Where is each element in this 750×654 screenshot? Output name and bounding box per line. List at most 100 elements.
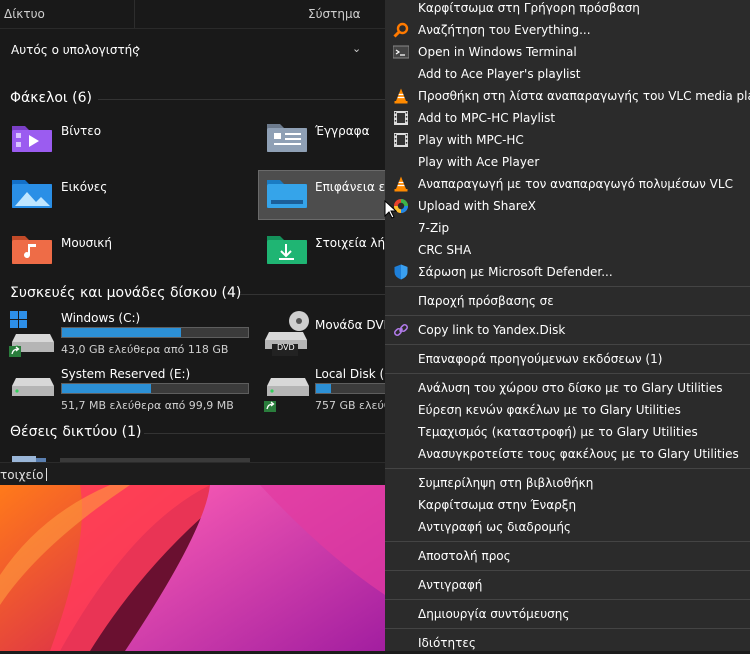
- vlc-cone-icon: [394, 176, 408, 192]
- menu-item-label: Αναζήτηση του Everything...: [418, 23, 591, 37]
- folder-label[interactable]: Εικόνες: [61, 180, 107, 194]
- section-divider: [240, 294, 385, 295]
- drive-label[interactable]: Windows (C:): [61, 311, 140, 325]
- downloads-folder-icon[interactable]: [265, 232, 309, 266]
- menu-item-search-everything[interactable]: Αναζήτηση του Everything...: [385, 19, 750, 41]
- vlc-cone-icon: [394, 88, 408, 104]
- desktop-folder-icon[interactable]: [265, 176, 309, 210]
- menu-item-label: Καρφίτσωμα στην Έναρξη: [418, 498, 577, 512]
- menu-separator: [385, 541, 750, 542]
- windows-drive-icon[interactable]: [8, 310, 58, 358]
- menu-item-include-library[interactable]: Συμπερίληψη στη βιβλιοθήκη: [385, 472, 750, 494]
- search-icon: [393, 22, 409, 38]
- mouse-cursor-icon: [384, 200, 398, 219]
- menu-item-label: Add to MPC-HC Playlist: [418, 111, 556, 125]
- menu-item-glary-empty-folders[interactable]: Εύρεση κενών φακέλων με το Glary Utiliti…: [385, 399, 750, 421]
- context-menu: Καρφίτσωμα στη Γρήγορη πρόσβαση Αναζήτησ…: [385, 0, 750, 651]
- chevron-right-icon[interactable]: ›: [135, 41, 141, 57]
- drive-free-space: 757 GB ελεύθερ: [315, 399, 385, 412]
- address-location[interactable]: Αυτός ο υπολογιστής: [11, 43, 139, 57]
- drive-label[interactable]: Μονάδα DVD: [315, 318, 385, 332]
- menu-item-label: Play with Ace Player: [418, 155, 540, 169]
- music-folder-icon[interactable]: [10, 232, 54, 266]
- address-bar[interactable]: Αυτός ο υπολογιστής › ⌄: [0, 36, 385, 66]
- menu-item-label: Συμπερίληψη στη βιβλιοθήκη: [418, 476, 594, 490]
- menu-item-sharex[interactable]: Upload with ShareX: [385, 195, 750, 217]
- menu-item-label: 7-Zip: [418, 221, 450, 235]
- menu-item-restore-versions[interactable]: Επαναφορά προηγούμενων εκδόσεων (1): [385, 348, 750, 370]
- menu-item-copy-as-path[interactable]: Αντιγραφή ως διαδρομής: [385, 516, 750, 538]
- menu-item-label: Καρφίτσωμα στη Γρήγορη πρόσβαση: [418, 1, 640, 15]
- menu-separator: [385, 570, 750, 571]
- column-header-row: Δίκτυο Σύστημα: [0, 0, 385, 29]
- folders-section-header[interactable]: Φάκελοι (6): [10, 90, 92, 106]
- folder-label[interactable]: Βίντεο: [61, 124, 101, 138]
- menu-item-play-vlc[interactable]: Αναπαραγωγή με τον αναπαραγωγό πολυμέσων…: [385, 173, 750, 195]
- menu-item-label: Δημιουργία συντόμευσης: [418, 607, 570, 621]
- folder-label[interactable]: Επιφάνεια ερ: [315, 180, 385, 194]
- menu-item-copy[interactable]: Αντιγραφή: [385, 574, 750, 596]
- shared-drive-icon[interactable]: [263, 370, 313, 418]
- drive-usage-fill: [62, 384, 152, 393]
- menu-item-play-ace[interactable]: Play with Ace Player: [385, 151, 750, 173]
- film-icon: [394, 133, 408, 147]
- status-bar: τοιχείο: [0, 462, 385, 485]
- menu-item-label: Play with MPC-HC: [418, 133, 524, 147]
- menu-item-yandex-link[interactable]: Copy link to Yandex.Disk: [385, 319, 750, 341]
- menu-item-label: Open in Windows Terminal: [418, 45, 577, 59]
- hard-drive-icon[interactable]: [8, 370, 58, 410]
- menu-item-label: Ανασυγκροτείστε τους φακέλους με το Glar…: [418, 447, 739, 461]
- menu-item-vlc-playlist[interactable]: Προσθήκη στη λίστα αναπαραγωγής του VLC …: [385, 85, 750, 107]
- menu-separator: [385, 628, 750, 629]
- dvd-badge-label: DVD: [277, 343, 295, 352]
- menu-item-send-to[interactable]: Αποστολή προς: [385, 545, 750, 567]
- drive-usage-fill: [316, 384, 332, 393]
- menu-item-label: Εύρεση κενών φακέλων με το Glary Utiliti…: [418, 403, 681, 417]
- drive-usage-bar: [61, 327, 249, 338]
- folder-label[interactable]: Στοιχεία λήψ: [315, 236, 385, 250]
- menu-item-label: Προσθήκη στη λίστα αναπαραγωγής του VLC …: [418, 89, 750, 103]
- drive-free-space: 43,0 GB ελεύθερα από 118 GB: [61, 343, 229, 356]
- section-divider: [144, 433, 385, 434]
- menu-item-defender-scan[interactable]: Σάρωση με Microsoft Defender...: [385, 261, 750, 283]
- menu-item-label: Add to Ace Player's playlist: [418, 67, 581, 81]
- status-divider: [46, 468, 47, 481]
- column-system[interactable]: Σύστημα: [308, 7, 361, 21]
- drive-label[interactable]: Local Disk (F:: [315, 367, 385, 381]
- menu-item-crc-sha[interactable]: CRC SHA: [385, 239, 750, 261]
- menu-item-mpc-playlist[interactable]: Add to MPC-HC Playlist: [385, 107, 750, 129]
- menu-item-7zip[interactable]: 7-Zip: [385, 217, 750, 239]
- menu-item-label: CRC SHA: [418, 243, 472, 257]
- menu-item-give-access[interactable]: Παροχή πρόσβασης σε: [385, 290, 750, 312]
- column-network[interactable]: Δίκτυο: [4, 7, 45, 21]
- devices-section-header[interactable]: Συσκευές και μονάδες δίσκου (4): [10, 285, 241, 301]
- desktop-wallpaper: [0, 485, 385, 651]
- menu-item-open-terminal[interactable]: Open in Windows Terminal: [385, 41, 750, 63]
- terminal-icon: [393, 45, 409, 59]
- chevron-down-icon[interactable]: ⌄: [352, 42, 361, 55]
- documents-folder-icon[interactable]: [265, 120, 309, 154]
- menu-separator: [385, 599, 750, 600]
- shield-icon: [394, 264, 408, 280]
- menu-item-play-mpc[interactable]: Play with MPC-HC: [385, 129, 750, 151]
- pictures-folder-icon[interactable]: [10, 176, 54, 210]
- menu-item-label: Ανάλυση του χώρου στο δίσκο με το Glary …: [418, 381, 723, 395]
- menu-item-create-shortcut[interactable]: Δημιουργία συντόμευσης: [385, 603, 750, 625]
- column-divider[interactable]: [134, 0, 135, 28]
- videos-folder-icon[interactable]: [10, 120, 54, 154]
- menu-item-pin-start[interactable]: Καρφίτσωμα στην Έναρξη: [385, 494, 750, 516]
- network-section-header[interactable]: Θέσεις δικτύου (1): [10, 424, 141, 440]
- menu-item-ace-playlist[interactable]: Add to Ace Player's playlist: [385, 63, 750, 85]
- drive-label[interactable]: System Reserved (E:): [61, 367, 190, 381]
- menu-item-label: Ιδιότητες: [418, 636, 476, 650]
- menu-item-glary-shred[interactable]: Τεμαχισμός (καταστροφή) με το Glary Util…: [385, 421, 750, 443]
- menu-separator: [385, 468, 750, 469]
- menu-item-glary-defrag[interactable]: Ανασυγκροτείστε τους φακέλους με το Glar…: [385, 443, 750, 465]
- menu-item-glary-analyze[interactable]: Ανάλυση του χώρου στο δίσκο με το Glary …: [385, 377, 750, 399]
- folder-label[interactable]: Μουσική: [61, 236, 112, 250]
- menu-item-label: Copy link to Yandex.Disk: [418, 323, 566, 337]
- folder-label[interactable]: Έγγραφα: [315, 124, 370, 138]
- section-divider: [98, 99, 385, 100]
- menu-separator: [385, 344, 750, 345]
- menu-item-label: Αντιγραφή: [418, 578, 483, 592]
